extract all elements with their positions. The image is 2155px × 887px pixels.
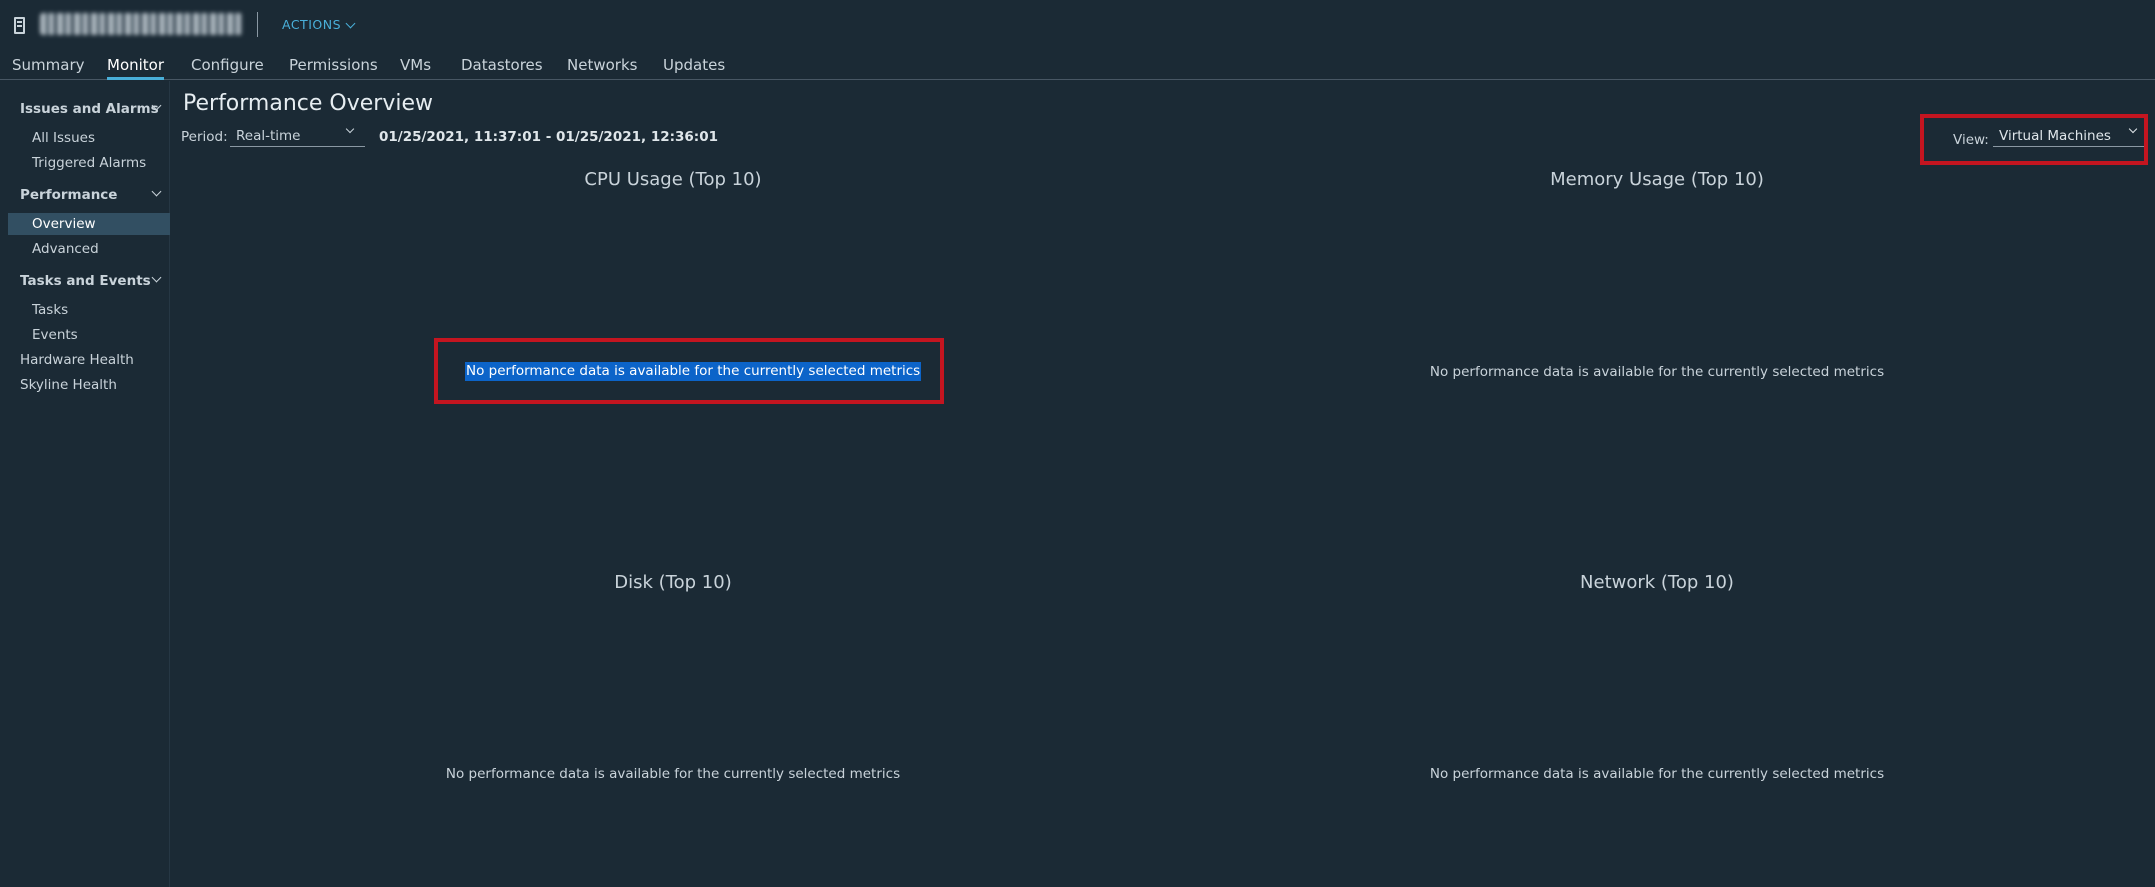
sidebar-item-all-issues[interactable]: All Issues — [32, 127, 95, 149]
top-header: obfuscated-host-name ACTIONS — [0, 0, 2155, 50]
tab-bar: Summary Monitor Configure Permissions VM… — [0, 50, 2155, 80]
tab-updates[interactable]: Updates — [663, 54, 725, 80]
sidebar-group-performance[interactable]: Performance — [20, 184, 162, 206]
period-select[interactable]: Real-time — [230, 124, 365, 147]
period-value: Real-time — [236, 128, 301, 144]
sidebar-item-tasks[interactable]: Tasks — [32, 299, 68, 321]
chevron-down-icon — [345, 18, 356, 28]
tab-vms[interactable]: VMs — [400, 54, 431, 80]
host-icon — [14, 17, 25, 34]
view-select[interactable]: Virtual Machines — [1993, 124, 2144, 147]
header-divider — [257, 12, 258, 37]
view-value: Virtual Machines — [1999, 128, 2111, 144]
date-range: 01/25/2021, 11:37:01 - 01/25/2021, 12:36… — [379, 129, 718, 145]
disk-empty-message: No performance data is available for the… — [445, 766, 901, 782]
cpu-empty-message: No performance data is available for the… — [465, 362, 922, 381]
sidebar-item-overview[interactable]: Overview — [8, 213, 170, 235]
period-label: Period: — [181, 129, 228, 145]
view-label: View: — [1953, 132, 1989, 148]
tab-permissions[interactable]: Permissions — [289, 54, 378, 80]
memory-empty-message: No performance data is available for the… — [1429, 364, 1885, 380]
tab-datastores[interactable]: Datastores — [461, 54, 543, 80]
sidebar-item-events[interactable]: Events — [32, 324, 78, 346]
chevron-down-icon — [345, 124, 355, 134]
chevron-down-icon — [2128, 124, 2138, 134]
page-title: Performance Overview — [183, 91, 433, 116]
disk-chart-title: Disk (Top 10) — [614, 572, 732, 593]
sidebar-group-tasks-events[interactable]: Tasks and Events — [20, 270, 162, 292]
network-empty-message: No performance data is available for the… — [1429, 766, 1885, 782]
host-name[interactable]: obfuscated-host-name — [40, 13, 243, 35]
sidebar-group-label: Issues and Alarms — [20, 101, 159, 117]
tab-summary[interactable]: Summary — [12, 54, 85, 80]
tab-configure[interactable]: Configure — [191, 54, 264, 80]
sidebar-item-advanced[interactable]: Advanced — [32, 238, 99, 260]
sidebar: Issues and Alarms All Issues Triggered A… — [0, 81, 170, 887]
tab-monitor[interactable]: Monitor — [107, 54, 165, 80]
tab-networks[interactable]: Networks — [567, 54, 637, 80]
chevron-down-icon — [151, 186, 162, 197]
actions-button[interactable]: ACTIONS — [282, 15, 356, 35]
sidebar-group-label: Tasks and Events — [20, 273, 151, 289]
network-chart-title: Network (Top 10) — [1580, 572, 1734, 593]
sidebar-item-hardware-health[interactable]: Hardware Health — [20, 349, 134, 371]
actions-label: ACTIONS — [282, 17, 342, 32]
sidebar-item-triggered-alarms[interactable]: Triggered Alarms — [32, 152, 146, 174]
chevron-down-icon — [151, 272, 162, 283]
memory-chart-title: Memory Usage (Top 10) — [1550, 169, 1764, 190]
sidebar-item-skyline-health[interactable]: Skyline Health — [20, 374, 117, 396]
sidebar-group-label: Performance — [20, 187, 118, 203]
cpu-chart-title: CPU Usage (Top 10) — [584, 169, 762, 190]
sidebar-group-issues[interactable]: Issues and Alarms — [20, 98, 162, 120]
